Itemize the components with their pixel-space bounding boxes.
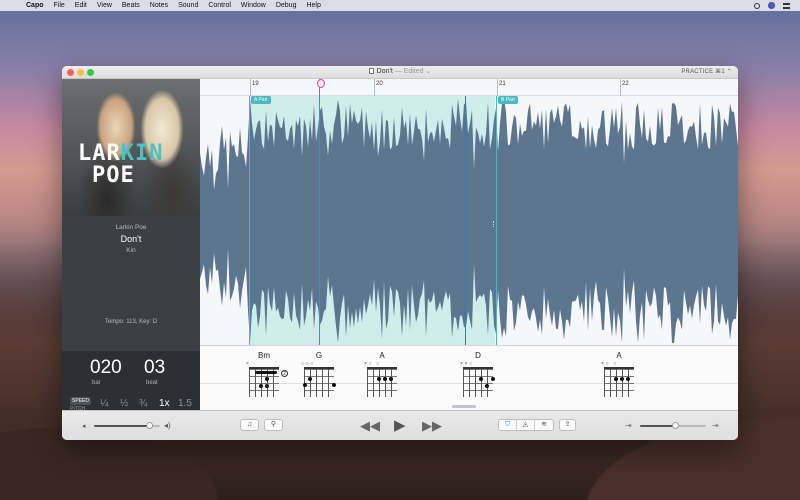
- a-part-tag[interactable]: A Part: [251, 96, 271, 104]
- title-bar: Don't — Edited ⌄ PRACTICE ⌘1 ⌃: [62, 66, 738, 79]
- album-art-logo: LARKIN POE: [78, 141, 164, 188]
- app-window: Don't — Edited ⌄ PRACTICE ⌘1 ⌃ LARKIN PO…: [62, 66, 738, 440]
- song-info: Larkin Poe Don't Kin Tempo: 113, Key: D: [62, 216, 200, 351]
- chord-name: A: [379, 351, 385, 360]
- menu-help[interactable]: Help: [306, 2, 320, 9]
- rewind-button[interactable]: ◀◀: [360, 418, 380, 434]
- chord-name: A: [616, 351, 622, 360]
- audio-waveform: [200, 98, 738, 343]
- chord-name: Bm: [258, 351, 270, 360]
- loop-boundary-line[interactable]: [465, 96, 466, 345]
- chord-tool-icon[interactable]: ◬: [517, 420, 535, 430]
- menu-debug[interactable]: Debug: [276, 2, 297, 9]
- menu-file[interactable]: File: [54, 2, 65, 9]
- menu-app[interactable]: Capo: [26, 2, 44, 9]
- song-sidebar: LARKIN POE Larkin Poe Don't Kin Tempo: 1…: [62, 79, 200, 423]
- horizontal-scroll-handle[interactable]: [452, 405, 476, 408]
- fretboard-grid: [463, 367, 495, 397]
- ruler-label: 19: [252, 81, 259, 87]
- fretboard-grid: 2: [249, 367, 288, 397]
- speaker-high-icon: ◂): [164, 421, 171, 430]
- region-resize-handle[interactable]: [493, 221, 494, 227]
- share-button[interactable]: ⇪: [559, 419, 576, 431]
- speed-mode-button[interactable]: SPEED: [70, 397, 91, 405]
- chord-name: G: [315, 351, 323, 360]
- eq-tool-icon[interactable]: ≋: [535, 420, 553, 430]
- tempo-key: Tempo: 113, Key: D: [104, 319, 158, 325]
- playback-speed-knob[interactable]: [672, 422, 679, 429]
- rate-three-quarter[interactable]: ¾: [139, 398, 147, 409]
- rate-normal[interactable]: 1x: [159, 398, 170, 409]
- fretboard-grid: [303, 367, 336, 397]
- chord-diagram[interactable]: A ×○ ○: [362, 351, 402, 397]
- beat-number: 03: [144, 357, 166, 378]
- window-title-text: Don't: [376, 68, 393, 75]
- chord-diagram[interactable]: D ××○: [458, 351, 498, 397]
- bottom-toolbar: ◂ ◂) ♫ ⚲ ◀◀ ▶ ▶▶ ⛉ ◬ ≋ ⇪ ⇥ ⇥: [62, 410, 738, 440]
- b-part-tag[interactable]: B Part: [498, 96, 518, 104]
- rate-half[interactable]: ½: [120, 398, 128, 409]
- tool-selector: ⛉ ◬ ≋: [498, 419, 554, 431]
- chord-lane[interactable]: Bm × 2 G ○○○ A ×○ ○ D ××○ A ×○ ○: [200, 345, 738, 410]
- artist-name: Larkin Poe: [115, 224, 147, 231]
- volume-slider-knob[interactable]: [146, 422, 153, 429]
- chord-diagram[interactable]: G ○○○: [299, 351, 339, 397]
- chord-diagram[interactable]: A ×○ ○: [599, 351, 639, 397]
- a-part-start-line: [249, 96, 250, 345]
- volume-slider[interactable]: [94, 422, 160, 429]
- ruler-label: 22: [622, 81, 629, 87]
- siri-icon[interactable]: [768, 2, 775, 9]
- edited-indicator[interactable]: — Edited ⌄: [395, 68, 432, 75]
- marker-tool-icon[interactable]: ⛉: [499, 420, 517, 430]
- add-marker-button[interactable]: ⚲: [264, 419, 283, 431]
- menu-beats[interactable]: Beats: [122, 2, 140, 9]
- ruler-label: 20: [376, 81, 383, 87]
- mode-selector[interactable]: PRACTICE ⌘1 ⌃: [681, 68, 732, 75]
- fast-forward-button[interactable]: ▶▶: [422, 418, 442, 434]
- speaker-low-icon: ◂: [82, 423, 86, 430]
- play-button[interactable]: ▶: [394, 416, 406, 434]
- menu-control[interactable]: Control: [208, 2, 231, 9]
- timeline-ruler[interactable]: 19 20 21 22: [200, 79, 738, 96]
- playhead-line[interactable]: [319, 79, 320, 345]
- album-name: Kin: [126, 247, 136, 254]
- song-title: Don't: [120, 234, 142, 244]
- bar-label: bar: [92, 380, 101, 386]
- playhead-pin-icon[interactable]: [317, 79, 325, 88]
- playback-speed-slider[interactable]: [640, 422, 706, 429]
- ruler-label: 21: [499, 81, 506, 87]
- menu-bar: Capo File Edit View Beats Notes Sound Co…: [0, 0, 800, 11]
- notes-button[interactable]: ♫: [240, 419, 259, 431]
- menu-notes[interactable]: Notes: [150, 2, 168, 9]
- rate-one-and-half[interactable]: 1.5: [178, 398, 192, 409]
- waveform-area[interactable]: 19 20 21 22 A Part B Part: [200, 79, 738, 345]
- menu-view[interactable]: View: [97, 2, 112, 9]
- menu-window[interactable]: Window: [241, 2, 266, 9]
- b-part-start-line: [496, 96, 497, 345]
- speed-slow-icon: ⇥: [625, 421, 632, 430]
- window-title: Don't — Edited ⌄: [62, 67, 738, 75]
- album-art: LARKIN POE: [62, 79, 200, 216]
- chord-name: D: [475, 351, 481, 360]
- fretboard-grid: [367, 367, 397, 397]
- document-icon: [368, 68, 374, 74]
- waveform-shape: [200, 98, 738, 343]
- speed-fast-icon: ⇥: [712, 421, 719, 430]
- notification-center-icon[interactable]: [783, 2, 790, 9]
- beat-label: beat: [146, 380, 158, 386]
- rate-quarter[interactable]: ¼: [100, 398, 108, 409]
- chord-diagram[interactable]: Bm × 2: [244, 351, 288, 397]
- spotlight-search-icon[interactable]: [754, 2, 760, 9]
- menu-edit[interactable]: Edit: [75, 2, 87, 9]
- menu-sound[interactable]: Sound: [178, 2, 198, 9]
- bar-number: 020: [90, 357, 122, 378]
- fretboard-grid: [604, 367, 634, 397]
